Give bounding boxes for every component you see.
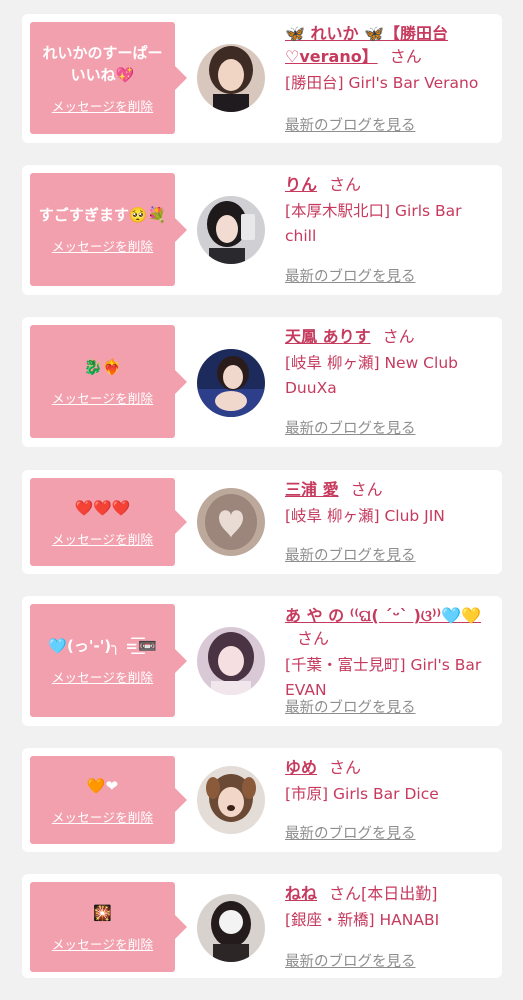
avatar-rin-image <box>197 196 265 264</box>
message-card: すごすぎます🥺💐 メッセージを削除 りん さん [本厚木駅北口] Girls Ba… <box>22 165 502 295</box>
message-bubble: 🩵(っ'-')╮ =͟͟͞͞📼 メッセージを削除 <box>30 604 187 717</box>
avatar-arisu-image <box>197 349 265 417</box>
shop-name: [勝田台] Girl's Bar Verano <box>285 74 479 92</box>
latest-blog-link[interactable]: 最新のブログを見る <box>285 950 416 971</box>
sender-name-link[interactable]: 天鳳 ありす <box>285 327 371 346</box>
honorific: さん <box>297 629 330 648</box>
avatar[interactable] <box>197 196 265 264</box>
avatar[interactable] <box>197 766 265 834</box>
shop-name: [本厚木駅北口] Girls Bar chill <box>285 202 462 245</box>
shop-name: [銀座・新橋] HANABI <box>285 911 440 929</box>
message-bubble: れいかのすーぱーいいね💖 メッセージを削除 <box>30 22 187 134</box>
latest-blog-link[interactable]: 最新のブログを見る <box>285 114 416 135</box>
sender-info: 三浦 愛さん [岐阜 柳ヶ瀬] Club JIN <box>285 478 492 529</box>
message-card: ❤️❤️❤️ メッセージを削除 三浦 愛さん [岐阜 柳ヶ瀬] Club JIN… <box>22 470 502 574</box>
delete-message-link[interactable]: メッセージを削除 <box>52 934 153 953</box>
avatar[interactable] <box>197 894 265 962</box>
message-text: れいかのすーぱーいいね💖 <box>42 43 163 84</box>
sender-name-link[interactable]: りん <box>285 175 317 194</box>
avatar[interactable] <box>197 488 265 556</box>
message-card: れいかのすーぱーいいね💖 メッセージを削除 🦋 れいか 🦋【勝田台♡verano… <box>22 14 502 143</box>
message-text: 🧡❤ <box>86 776 119 795</box>
message-bubble: 🎇 メッセージを削除 <box>30 882 187 972</box>
avatar-nene-image <box>197 894 265 962</box>
message-text: 🎇 <box>93 903 112 922</box>
avatar-ayano-image <box>197 627 265 695</box>
honorific: さん <box>350 480 383 499</box>
avatar-ai-image <box>197 488 265 556</box>
sender-info: あ や の ⁽⁽ଘ( ˊᵕˋ )ଓ⁾⁾🩵💛さん [千葉・富士見町] Girl's… <box>285 604 492 703</box>
delete-message-link[interactable]: メッセージを削除 <box>52 96 153 115</box>
sender-info: 🦋 れいか 🦋【勝田台♡verano】 さん [勝田台] Girl's Bar V… <box>285 22 492 96</box>
honorific: さん <box>389 47 422 66</box>
message-card: 🎇 メッセージを削除 ねね さん[本日出勤] [銀座・新橋] HANABI 最新の… <box>22 874 502 978</box>
avatar[interactable] <box>197 44 265 112</box>
message-text: 🩵(っ'-')╮ =͟͟͞͞📼 <box>48 637 157 655</box>
honorific: さん <box>382 327 415 346</box>
delete-message-link[interactable]: メッセージを削除 <box>52 236 153 255</box>
latest-blog-link[interactable]: 最新のブログを見る <box>285 417 416 438</box>
message-bubble: ❤️❤️❤️ メッセージを削除 <box>30 478 187 566</box>
sender-info: りん さん [本厚木駅北口] Girls Bar chill <box>285 173 492 249</box>
latest-blog-link[interactable]: 最新のブログを見る <box>285 544 416 565</box>
message-card: 🧡❤ メッセージを削除 ゆめ さん [市原] Girls Bar Dice 最新の… <box>22 748 502 852</box>
avatar[interactable] <box>197 627 265 695</box>
message-list: れいかのすーぱーいいね💖 メッセージを削除 🦋 れいか 🦋【勝田台♡verano… <box>0 0 523 1000</box>
message-card: 🩵(っ'-')╮ =͟͟͞͞📼 メッセージを削除 あ や の ⁽⁽ଘ( ˊᵕˋ … <box>22 596 502 726</box>
delete-message-link[interactable]: メッセージを削除 <box>52 667 153 686</box>
message-bubble: すごすぎます🥺💐 メッセージを削除 <box>30 173 187 286</box>
latest-blog-link[interactable]: 最新のブログを見る <box>285 822 416 843</box>
shop-name: [市原] Girls Bar Dice <box>285 785 439 803</box>
sender-name-link[interactable]: 🦋 れいか 🦋【勝田台♡verano】 <box>285 24 448 66</box>
latest-blog-link[interactable]: 最新のブログを見る <box>285 696 416 717</box>
latest-blog-link[interactable]: 最新のブログを見る <box>285 265 416 286</box>
sender-name-link[interactable]: あ や の ⁽⁽ଘ( ˊᵕˋ )ଓ⁾⁾🩵💛 <box>285 606 481 625</box>
message-text: ❤️❤️❤️ <box>74 498 131 517</box>
sender-info: ゆめ さん [市原] Girls Bar Dice <box>285 756 492 807</box>
sender-info: 天鳳 ありす さん [岐阜 柳ヶ瀬] New Club DuuXa <box>285 325 492 401</box>
message-text: すごすぎます🥺💐 <box>38 206 167 224</box>
delete-message-link[interactable]: メッセージを削除 <box>52 807 153 826</box>
shop-name: [岐阜 柳ヶ瀬] New Club DuuXa <box>285 354 458 397</box>
avatar[interactable] <box>197 349 265 417</box>
message-bubble: 🧡❤ メッセージを削除 <box>30 756 187 844</box>
message-bubble: 🐉❤️‍🔥 メッセージを削除 <box>30 325 187 438</box>
sender-info: ねね さん[本日出勤] [銀座・新橋] HANABI <box>285 882 492 933</box>
sender-name-link[interactable]: 三浦 愛 <box>285 480 339 499</box>
honorific: さん <box>329 758 362 777</box>
avatar-reika-image <box>197 44 265 112</box>
delete-message-link[interactable]: メッセージを削除 <box>52 529 153 548</box>
shop-name: [岐阜 柳ヶ瀬] Club JIN <box>285 507 445 525</box>
message-card: 🐉❤️‍🔥 メッセージを削除 天鳳 ありす さん [岐阜 柳ヶ瀬] New Clu… <box>22 317 502 447</box>
sender-name-link[interactable]: ねね <box>285 884 317 903</box>
sender-suffix: [本日出勤] <box>361 884 438 903</box>
honorific: さん <box>329 175 362 194</box>
sender-name-link[interactable]: ゆめ <box>285 758 317 777</box>
honorific: さん <box>329 884 362 903</box>
message-text: 🐉❤️‍🔥 <box>83 358 122 376</box>
delete-message-link[interactable]: メッセージを削除 <box>52 388 153 407</box>
avatar-yume-image <box>197 766 265 834</box>
